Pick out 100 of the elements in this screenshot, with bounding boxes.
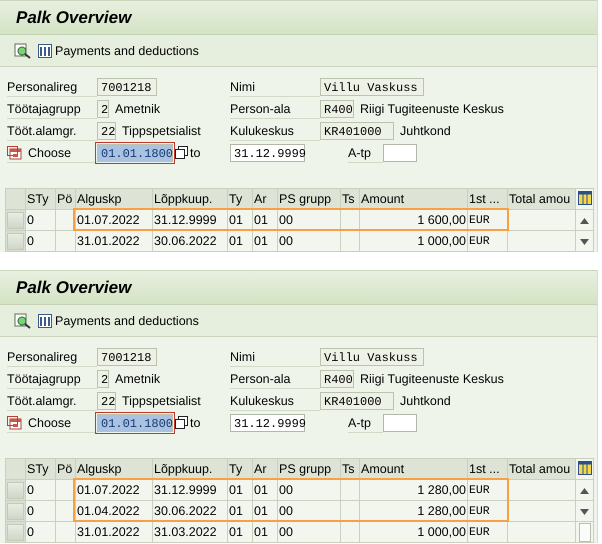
table-cell: 31.01.2022 [76,230,152,252]
table-cell [340,522,360,542]
table-cell: 0 [26,230,56,252]
table-cell: 31.01.2022 [76,522,152,542]
column-header[interactable]: Ty [228,458,252,480]
table-cell: 1 280,00 [360,480,468,500]
column-header[interactable]: STy [26,458,56,480]
column-header[interactable]: Ty [228,188,252,210]
calendar-icon[interactable] [7,416,22,430]
scroll-down-icon[interactable] [580,239,589,245]
table-cell: 31.12.9999 [152,480,228,500]
table-cell: 01.07.2022 [76,480,152,500]
payments-deductions-button[interactable]: Payments and deductions [38,44,199,58]
table-cell: 01 [228,230,252,252]
field-label: Choose [28,144,72,162]
name-field[interactable]: Villu Vaskuss [320,348,424,366]
layout-icon[interactable] [576,458,594,480]
table-cell: 01 [228,480,252,500]
table-cell: EUR [468,230,508,252]
scroll-up-icon[interactable] [580,488,589,494]
table-cell: 1 280,00 [360,500,468,522]
column-header[interactable]: Amount [360,188,468,210]
table-cell: 1 000,00 [360,522,468,542]
cost-center-field[interactable]: KR401000 [320,392,394,410]
field-description: Ametnik [115,102,160,116]
field-description: Ametnik [115,372,160,386]
column-header[interactable]: Amount [360,458,468,480]
column-header[interactable]: STy [26,188,56,210]
employee-group-field[interactable]: 2 [97,100,109,118]
table-cell: EUR [468,480,508,500]
column-header[interactable]: Lõppkuup. [152,188,228,210]
cost-center-field[interactable]: KR401000 [320,122,394,140]
a-tp-field[interactable] [383,414,417,432]
column-header[interactable]: 1st ... [468,188,508,210]
calendar-icon[interactable] [7,146,22,160]
to-date-field[interactable]: 31.12.9999 [230,144,305,162]
column-header[interactable]: Ar [252,458,278,480]
to-date-field[interactable]: 31.12.9999 [230,414,305,432]
column-header[interactable]: Ts [340,188,360,210]
from-date-field[interactable]: 01.01.1800 [97,144,173,162]
table-cell: 00 [278,230,340,252]
table-row[interactable]: 0 31.01.2022 30.06.2022 01 01 00 1 000,00 EUR [6,230,594,252]
from-date-field[interactable]: 01.01.1800 [97,414,173,432]
table-cell: 1 000,00 [360,230,468,252]
field-description: Riigi Tugiteenuste Keskus [360,102,504,116]
column-header[interactable]: Alguskp [76,458,152,480]
name-field[interactable]: Villu Vaskuss [320,78,424,96]
table-cell [340,230,360,252]
employee-group-field[interactable]: 2 [97,370,109,388]
column-header[interactable]: Pö [56,458,76,480]
table-cell: 01 [252,480,278,500]
scroll-down-icon[interactable] [580,509,589,515]
field-description: Juhtkond [400,394,451,408]
table-cell [56,522,76,542]
personnel-number-field[interactable]: 7001218 [97,78,157,96]
table-cell: EUR [468,522,508,542]
column-header[interactable]: Total amou [508,188,576,210]
column-header[interactable]: PS grupp [278,188,340,210]
table-cell: 00 [278,480,340,500]
copy-icon[interactable] [175,416,188,430]
table-cell: 1 600,00 [360,210,468,230]
table-row[interactable]: 0 31.01.2022 31.03.2022 01 01 00 1 000,00 EUR [6,522,594,542]
table-cell: 31.03.2022 [152,522,228,542]
copy-icon[interactable] [175,146,188,160]
columns-icon [38,44,52,58]
layout-icon[interactable] [576,188,594,210]
a-tp-field[interactable] [383,144,417,162]
column-header[interactable]: Alguskp [76,188,152,210]
table-cell: 00 [278,522,340,542]
table-cell: 0 [26,210,56,230]
column-header[interactable]: Ts [340,458,360,480]
screen-title: Palk Overview [16,8,132,28]
table-cell: 0 [26,522,56,542]
column-header[interactable]: Total amou [508,458,576,480]
scrollbar-thumb[interactable] [578,523,590,542]
screen-title: Palk Overview [16,278,132,298]
column-header[interactable]: 1st ... [468,458,508,480]
table-cell: 0 [26,500,56,522]
table-cell [340,480,360,500]
column-header[interactable]: Ar [252,188,278,210]
field-description: Riigi Tugiteenuste Keskus [360,372,504,386]
personnel-area-field[interactable]: R400 [320,370,354,388]
table-cell [56,230,76,252]
table-cell: 0 [26,480,56,500]
column-header[interactable]: Pö [56,188,76,210]
table-cell [508,230,576,252]
field-description: Tippspetsialist [122,124,201,138]
personnel-number-field[interactable]: 7001218 [97,348,157,366]
scroll-up-icon[interactable] [580,218,589,224]
table-cell [508,522,576,542]
column-header[interactable]: PS grupp [278,458,340,480]
employee-subgroup-field[interactable]: 22 [97,392,116,410]
personnel-area-field[interactable]: R400 [320,100,354,118]
column-header[interactable]: Lõppkuup. [152,458,228,480]
field-description: Juhtkond [400,124,451,138]
field-label: Choose [28,414,72,432]
detail-search-icon[interactable] [14,42,32,58]
payments-deductions-button[interactable]: Payments and deductions [38,314,199,328]
detail-search-icon[interactable] [14,312,32,328]
employee-subgroup-field[interactable]: 22 [97,122,116,140]
